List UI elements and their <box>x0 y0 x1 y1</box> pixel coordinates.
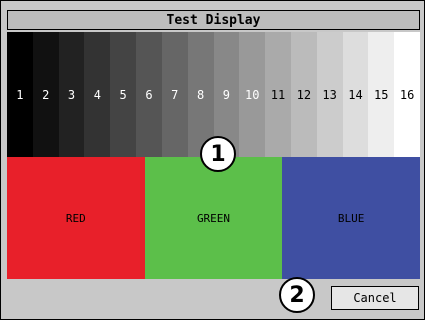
gray-swatch-10: 10 <box>239 32 266 157</box>
gray-swatch-13: 13 <box>316 32 343 157</box>
callout-2: 2 <box>279 277 315 313</box>
gray-label-2: 2 <box>42 87 50 102</box>
gray-label-16: 16 <box>399 87 415 102</box>
gray-label-7: 7 <box>171 87 179 102</box>
window-title: Test Display <box>7 10 420 30</box>
gray-label-3: 3 <box>67 87 76 102</box>
gray-swatch-6: 6 <box>136 32 162 157</box>
gray-label-9: 9 <box>222 87 231 102</box>
blue-block: BLUE <box>282 157 421 279</box>
gray-label-13: 13 <box>322 87 337 102</box>
color-bars: RED GREEN BLUE <box>7 157 421 279</box>
gray-label-5: 5 <box>119 87 127 102</box>
red-block: RED <box>7 157 145 279</box>
gray-swatch-15: 15 <box>368 32 395 157</box>
gray-swatch-4: 4 <box>84 32 111 157</box>
gray-label-1: 1 <box>16 87 24 102</box>
gray-label-15: 15 <box>374 87 389 102</box>
cancel-button[interactable]: Cancel <box>331 286 419 310</box>
green-label: GREEN <box>196 211 231 225</box>
gray-swatch-12: 12 <box>290 32 317 157</box>
green-block: GREEN <box>144 157 283 279</box>
gray-label-14: 14 <box>348 87 363 102</box>
gray-label-10: 10 <box>244 87 260 102</box>
test-display-window: Test Display 1 2 3 4 5 6 7 8 9 10 11 12 … <box>0 0 425 320</box>
gray-swatch-2: 2 <box>32 32 59 157</box>
gray-swatch-16: 16 <box>394 32 420 157</box>
gray-label-12: 12 <box>296 87 312 102</box>
gray-label-6: 6 <box>145 87 153 102</box>
gray-label-11: 11 <box>270 87 286 102</box>
gray-label-4: 4 <box>93 87 101 102</box>
gray-label-8: 8 <box>196 87 205 102</box>
gray-swatch-1: 1 <box>7 32 33 157</box>
gray-swatch-11: 11 <box>265 32 291 157</box>
gray-swatch-14: 14 <box>342 32 369 157</box>
gray-swatch-7: 7 <box>161 32 188 157</box>
red-label: RED <box>65 211 86 225</box>
gray-swatch-3: 3 <box>58 32 85 157</box>
blue-label: BLUE <box>337 211 365 225</box>
gray-swatch-5: 5 <box>110 32 137 157</box>
callout-1: 1 <box>200 136 236 172</box>
